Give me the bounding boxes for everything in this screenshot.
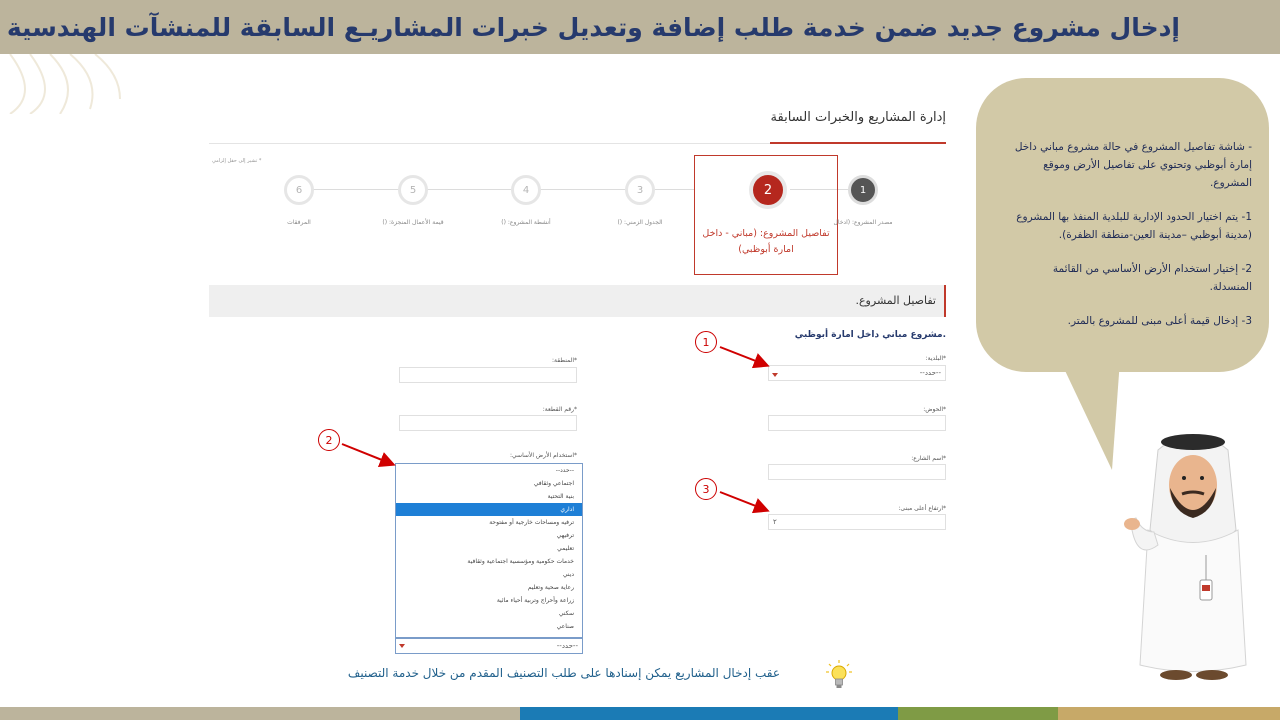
annotation-marker-2: 2 — [318, 429, 340, 451]
step-6-circle[interactable]: 6 — [284, 175, 314, 205]
footer-bar-2 — [520, 707, 898, 720]
street-label: *اسم الشارع: — [911, 455, 946, 462]
bubble-point-2: 2- إختيار استخدام الأرض الأساسي من القائ… — [1052, 263, 1252, 293]
height-label: *ارتفاع أعلى مبنى: — [898, 505, 946, 512]
emirati-man-illustration — [1124, 434, 1247, 680]
dropdown-option[interactable]: ديني — [396, 568, 582, 581]
footer-note: عقب إدخال المشاريع يمكن إسنادها على طلب … — [347, 666, 780, 680]
footer-bar-1 — [0, 707, 520, 720]
dropdown-option[interactable]: زراعة وأحراج وتربية أحياء مائية — [396, 594, 582, 607]
decorative-pattern — [9, 54, 121, 114]
step-5-circle[interactable]: 5 — [398, 175, 428, 205]
step-5-label: قيمة الأعمال المنجزة: () — [382, 219, 444, 226]
lightbulb-icon — [826, 660, 852, 688]
bubble-point-3: 3- إدخال قيمة أعلى مبنى للمشروع بالمتر. — [1067, 315, 1252, 327]
slide-title: إدخال مشروع جديد ضمن خدمة طلب إضافة وتعد… — [6, 13, 1180, 42]
dropdown-option[interactable]: رعاية صحية وتعليم — [396, 581, 582, 594]
annotation-marker-1: 1 — [695, 331, 717, 353]
footer-bar-4 — [1058, 707, 1280, 720]
dropdown-option[interactable]: ترفيهي — [396, 529, 582, 542]
step-2-circle[interactable]: 2 — [749, 171, 787, 209]
step-connector — [313, 189, 399, 190]
dropdown-option[interactable]: صناعي — [396, 620, 582, 633]
step-3-label: الجدول الزمني: () — [617, 219, 663, 226]
bubble-text: - شاشة تفاصيل المشروع في حالة مشروع مبان… — [1010, 138, 1252, 346]
step-connector — [655, 189, 695, 190]
section-title: تفاصيل المشروع. — [855, 294, 937, 307]
step-4-circle[interactable]: 4 — [511, 175, 541, 205]
tab-active-underline — [770, 142, 946, 144]
height-input[interactable]: ٢ — [768, 514, 946, 530]
bubble-intro: - شاشة تفاصيل المشروع في حالة مشروع مبان… — [1014, 141, 1252, 189]
step-6-label: المرفقات — [287, 219, 311, 226]
step-connector — [425, 189, 512, 190]
municipality-select[interactable]: --حدد-- — [768, 365, 946, 381]
basin-label: *الحوض: — [923, 406, 946, 413]
management-tab[interactable]: إدارة المشاريع والخبرات السابقة — [760, 110, 946, 125]
step-2-label: تفاصيل المشروع: (مباني - داخل امارة أبوظ… — [702, 228, 830, 255]
bubble-point-1: 1- يتم اختيار الحدود الإدارية للبلدية ال… — [1016, 211, 1252, 241]
chevron-down-icon[interactable] — [399, 644, 405, 648]
step-3-circle[interactable]: 3 — [625, 175, 655, 205]
street-input[interactable] — [768, 464, 946, 480]
bubble-tail — [1060, 360, 1120, 470]
dropdown-option[interactable]: تعليمي — [396, 542, 582, 555]
annotation-marker-3: 3 — [695, 478, 717, 500]
footer-bar-3 — [898, 707, 1058, 720]
step-4-label: أنشطة المشروع: () — [501, 219, 551, 226]
step-1-label: مصدر المشروع: (ادخال — [833, 219, 893, 226]
step-connector — [540, 189, 625, 190]
dropdown-option[interactable]: سكني — [396, 607, 582, 620]
step-1-circle[interactable]: 1 — [848, 175, 878, 205]
dropdown-option[interactable]: خدمات حكومية ومؤسسية اجتماعية وثقافية — [396, 555, 582, 568]
land-use-select[interactable]: --حدد-- — [395, 638, 583, 654]
required-note: * تشير إلى حقل إلزامي — [212, 158, 262, 164]
basin-input[interactable] — [768, 415, 946, 431]
municipality-label: *البلدية: — [925, 355, 946, 362]
